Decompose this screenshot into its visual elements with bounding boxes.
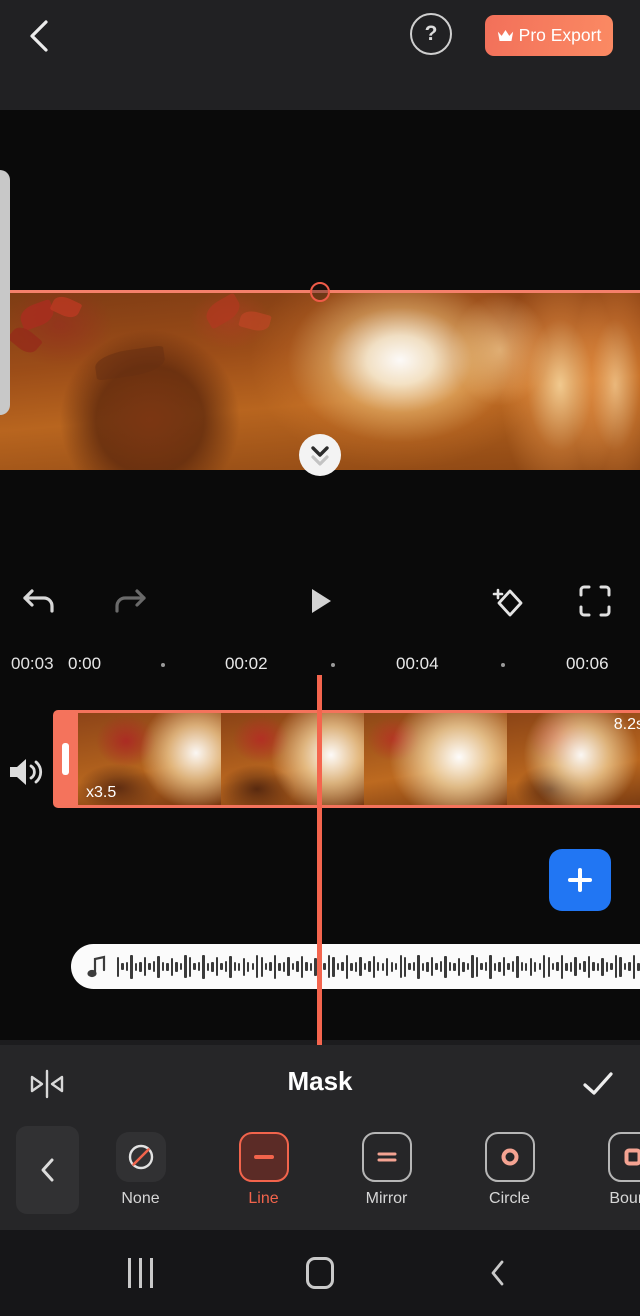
home-icon [306,1257,334,1289]
clip-thumbnail [364,713,507,805]
undo-button[interactable] [9,570,71,632]
video-clip[interactable]: x3.5 8.2s [53,710,640,808]
play-icon [312,589,331,613]
clip-thumbnail [221,713,364,805]
mask-panel: Mask None Line Mirror Circle Bou [0,1045,640,1230]
fullscreen-button[interactable] [564,570,626,632]
playback-controls [0,570,640,646]
mask-preset-label: Bound [609,1190,640,1207]
presets-back-button[interactable] [16,1126,79,1214]
ruler-tick-label: 00:06 [566,654,609,673]
video-editor-screen: ? Pro Export 00:03 0:00 00:02 00:04 00:0… [0,0,640,1316]
add-clip-button[interactable] [549,849,611,911]
audio-track[interactable] [71,944,640,989]
mask-preset-line[interactable]: Line [202,1132,325,1208]
back-button[interactable] [14,12,64,60]
confirm-button[interactable] [570,1061,626,1107]
ruler-tick-label: 00:04 [396,654,439,673]
ruler-tick-dot [161,663,165,667]
clip-thumbnails [78,713,640,805]
mask-panel-header: Mask [0,1045,640,1123]
clip-trim-handle-left[interactable] [62,743,69,775]
preview-edge-handle[interactable] [0,170,10,415]
keyframe-plus-icon [492,588,523,617]
playhead[interactable] [317,675,322,1045]
undo-icon [23,589,54,613]
ruler-tick-label: 0:00 [68,654,102,673]
crown-icon [497,29,513,42]
play-button[interactable] [289,570,351,632]
android-back-button[interactable] [463,1248,533,1298]
recents-icon [127,1258,153,1288]
clip-speed-badge: x3.5 [86,784,117,801]
system-navigation-bar [0,1230,640,1316]
help-button[interactable]: ? [410,13,452,55]
top-bar: ? Pro Export [0,0,640,110]
android-back-icon [491,1260,504,1286]
pro-export-button[interactable]: Pro Export [485,15,613,56]
mirror-mask-icon [361,1132,412,1182]
plus-icon [568,868,592,892]
mask-preset-bound[interactable]: Bound [571,1132,640,1208]
mask-preset-label: Line [248,1190,279,1207]
redo-button[interactable] [98,570,160,632]
line-mask-icon [238,1132,289,1182]
mask-preset-mirror[interactable]: Mirror [325,1132,448,1208]
mask-handle[interactable] [310,282,330,302]
rect-mask-icon [607,1132,640,1182]
chevron-left-icon [30,20,48,52]
volume-button[interactable] [6,754,46,794]
ruler-tick-dot [331,663,335,667]
mask-preset-list: None Line Mirror Circle Bou [0,1123,640,1228]
music-note-icon [87,955,106,977]
home-button[interactable] [285,1248,355,1298]
current-time-label: 00:03 [11,654,54,673]
mask-preset-none[interactable]: None [79,1132,202,1208]
redo-icon [115,589,146,613]
mask-preset-label: None [121,1190,160,1207]
mask-preset-label: Circle [489,1190,530,1207]
no-mask-icon [115,1132,166,1182]
audio-waveform [117,952,640,982]
chevron-left-icon [41,1158,53,1182]
double-chevron-down-icon [311,446,329,466]
pro-export-label: Pro Export [518,25,602,45]
ruler-tick-label: 00:02 [225,654,268,673]
recents-button[interactable] [105,1248,175,1298]
mask-preset-circle[interactable]: Circle [448,1132,571,1208]
ruler-tick-dot [501,663,505,667]
clip-duration-badge: 8.2s [613,716,640,733]
circle-mask-icon [484,1132,535,1182]
fullscreen-icon [579,585,611,617]
collapse-preview-button[interactable] [299,434,341,476]
add-keyframe-button[interactable] [478,570,540,632]
panel-title: Mask [287,1066,353,1096]
check-icon [583,1072,613,1095]
speaker-icon [10,759,43,785]
mask-preset-label: Mirror [365,1190,408,1207]
help-label: ? [424,22,438,45]
